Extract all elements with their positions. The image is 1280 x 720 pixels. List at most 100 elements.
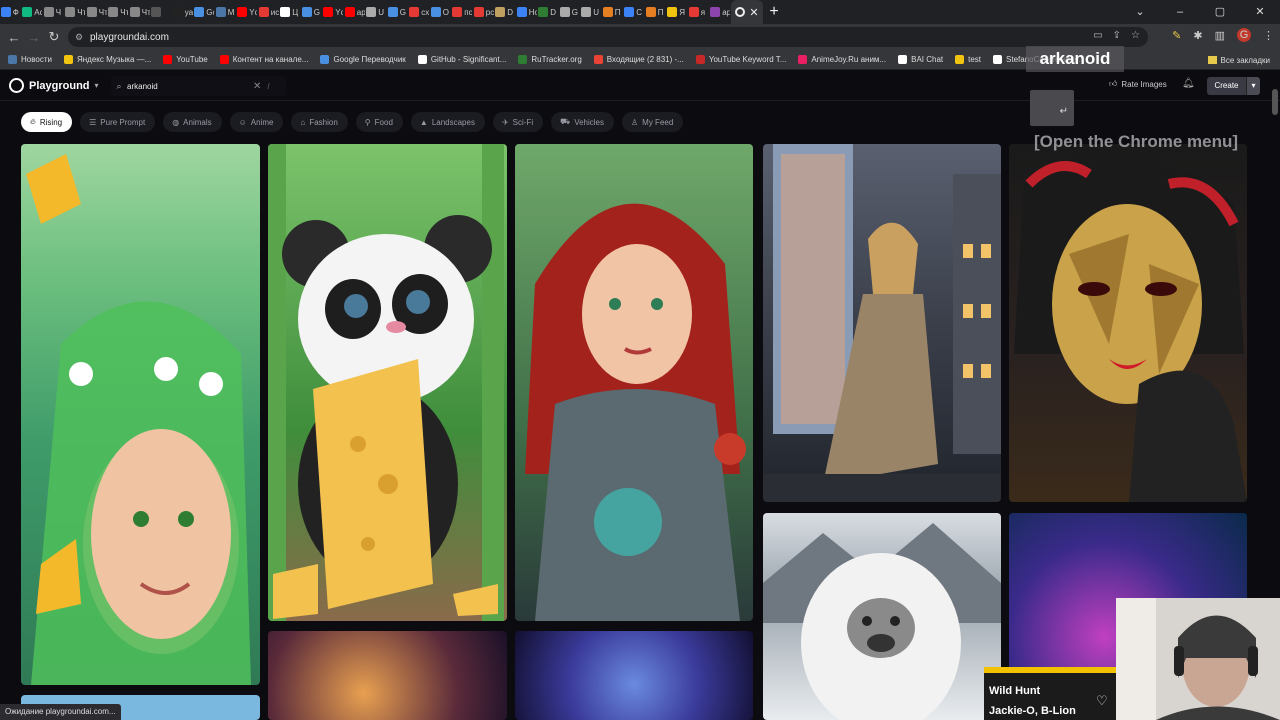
- chevron-down-icon[interactable]: ▾: [1246, 77, 1260, 95]
- image-card-red-hair-cyborg[interactable]: [515, 144, 753, 621]
- scrollbar-thumb[interactable]: [1272, 89, 1278, 115]
- browser-tab[interactable]: Я: [667, 1, 689, 23]
- image-card-green-hair-girl[interactable]: [21, 144, 260, 685]
- chip-landscapes[interactable]: ▲ Landscapes: [410, 112, 485, 132]
- browser-tab[interactable]: О: [430, 1, 452, 23]
- browser-tab[interactable]: Ц: [280, 1, 302, 23]
- browser-tab[interactable]: Ч: [43, 1, 65, 23]
- browser-tab[interactable]: M: [215, 1, 237, 23]
- browser-tab[interactable]: ис: [258, 1, 280, 23]
- browser-tab[interactable]: Yc: [237, 1, 259, 23]
- image-card-cosmic-wave[interactable]: [515, 631, 753, 720]
- face-icon: ☺: [238, 117, 247, 127]
- image-card-gold-mask-woman[interactable]: [1009, 144, 1247, 502]
- browser-tab[interactable]: Чт: [65, 1, 87, 23]
- chip-rising[interactable]: 🔥︎ Rising: [21, 112, 73, 132]
- image-card-fish[interactable]: [268, 631, 507, 720]
- create-button[interactable]: Create: [1207, 77, 1246, 95]
- share-icon[interactable]: ⇪: [1113, 30, 1121, 41]
- bookmark-item[interactable]: test: [955, 55, 981, 64]
- side-panel-icon[interactable]: ▥: [1215, 29, 1225, 42]
- address-bar[interactable]: ⚙ playgroundai.com ▭ ⇪ ☆: [68, 27, 1148, 47]
- tab-active-playground[interactable]: ✕: [731, 0, 763, 24]
- back-button[interactable]: ←: [4, 30, 24, 45]
- new-tab-button[interactable]: +: [763, 3, 785, 21]
- bookmark-item[interactable]: Контент на канале...: [219, 55, 308, 64]
- chip-food[interactable]: ⚲ Food: [355, 112, 403, 132]
- browser-tab[interactable]: С: [624, 1, 646, 23]
- browser-tab[interactable]: Чт: [108, 1, 130, 23]
- image-card-yeti[interactable]: [763, 513, 1001, 720]
- close-icon[interactable]: ✕: [749, 6, 758, 19]
- browser-tab[interactable]: сх: [409, 1, 431, 23]
- extension-icon-pen[interactable]: ✎: [1172, 29, 1181, 42]
- bookmark-item[interactable]: Google Переводчик: [320, 55, 406, 64]
- chip-pure-prompt[interactable]: ☰ Pure Prompt: [80, 112, 156, 132]
- forward-button[interactable]: →: [24, 30, 44, 45]
- browser-tab[interactable]: П: [602, 1, 624, 23]
- browser-tab[interactable]: Ф: [0, 1, 22, 23]
- chip-my-feed[interactable]: ♙ My Feed: [622, 112, 684, 132]
- browser-tab[interactable]: [151, 1, 173, 23]
- bookmark-item[interactable]: Новости: [8, 55, 52, 64]
- browser-tab[interactable]: Hc: [516, 1, 538, 23]
- bookmark-item[interactable]: RuTracker.org: [518, 55, 582, 64]
- chip-animals[interactable]: ◍ Animals: [163, 112, 222, 132]
- chip-anime[interactable]: ☺ Anime: [229, 112, 284, 132]
- bell-icon[interactable]: 🔔︎: [1182, 78, 1195, 89]
- bookmark-item[interactable]: BAI Chat: [898, 55, 943, 64]
- heart-icon[interactable]: ♡: [1096, 693, 1108, 709]
- rate-images-button[interactable]: 👍︎ Rate Images: [1109, 79, 1167, 89]
- logo-menu[interactable]: Playground ▾: [9, 78, 99, 93]
- browser-tab[interactable]: П: [645, 1, 667, 23]
- browser-tab[interactable]: D: [538, 1, 560, 23]
- browser-tab[interactable]: Ас: [22, 1, 44, 23]
- image-card-panda-mouse[interactable]: [268, 144, 507, 621]
- all-bookmarks-button[interactable]: Все закладки: [1207, 50, 1270, 70]
- chip-sci-fi[interactable]: ✈ Sci-Fi: [492, 112, 544, 132]
- browser-tab[interactable]: ар: [710, 1, 732, 23]
- chrome-menu-icon[interactable]: ⋮: [1263, 29, 1274, 42]
- favicon-icon: [0, 7, 11, 17]
- browser-tab[interactable]: G: [559, 1, 581, 23]
- bookmark-favicon-icon: [798, 55, 808, 64]
- minimize-button[interactable]: –: [1160, 0, 1200, 24]
- close-window-button[interactable]: ✕: [1240, 0, 1280, 24]
- bookmark-favicon-icon: [163, 55, 173, 64]
- install-icon[interactable]: ▭: [1093, 30, 1102, 41]
- bookmark-item[interactable]: Яндекс Музыка —...: [63, 55, 151, 64]
- browser-tab[interactable]: G: [387, 1, 409, 23]
- browser-tab[interactable]: пс: [452, 1, 474, 23]
- bookmark-star-icon[interactable]: ☆: [1131, 30, 1140, 41]
- bookmark-item[interactable]: Входящие (2 831) -...: [593, 55, 684, 64]
- chip-vehicles[interactable]: ⛟ Vehicles: [551, 112, 614, 132]
- browser-tab[interactable]: G: [301, 1, 323, 23]
- reload-button[interactable]: ↻: [44, 29, 64, 45]
- browser-tab[interactable]: U: [581, 1, 603, 23]
- site-info-icon[interactable]: ⚙: [68, 32, 90, 43]
- extensions-icon[interactable]: ✱: [1193, 29, 1202, 42]
- favicon-icon: [667, 7, 678, 17]
- search-input[interactable]: [127, 81, 247, 91]
- browser-tab[interactable]: ар: [344, 1, 366, 23]
- profile-avatar[interactable]: G: [1237, 28, 1251, 42]
- browser-tab[interactable]: рс: [473, 1, 495, 23]
- browser-tab[interactable]: U: [366, 1, 388, 23]
- browser-tab[interactable]: Чт: [129, 1, 151, 23]
- bookmark-item[interactable]: GitHub - Significant...: [417, 55, 506, 64]
- bookmark-item[interactable]: YouTube: [163, 55, 208, 64]
- browser-tab[interactable]: я: [688, 1, 710, 23]
- bookmark-item[interactable]: AnimeJoy.Ru аним...: [798, 55, 886, 64]
- browser-tab[interactable]: ya: [172, 1, 194, 23]
- maximize-button[interactable]: ▢: [1200, 0, 1240, 24]
- browser-tab[interactable]: Gc: [194, 1, 216, 23]
- browser-tab[interactable]: D: [495, 1, 517, 23]
- browser-tab[interactable]: Yc: [323, 1, 345, 23]
- tab-label: пс: [464, 7, 473, 17]
- bookmark-item[interactable]: YouTube Keyword T...: [695, 55, 786, 64]
- image-card-woman-window[interactable]: [763, 144, 1001, 502]
- chip-fashion[interactable]: ⌂ Fashion: [291, 112, 348, 132]
- tab-search-icon[interactable]: ⌄: [1120, 0, 1160, 24]
- browser-tab[interactable]: Чт: [86, 1, 108, 23]
- clear-search-icon[interactable]: ✕: [253, 81, 261, 92]
